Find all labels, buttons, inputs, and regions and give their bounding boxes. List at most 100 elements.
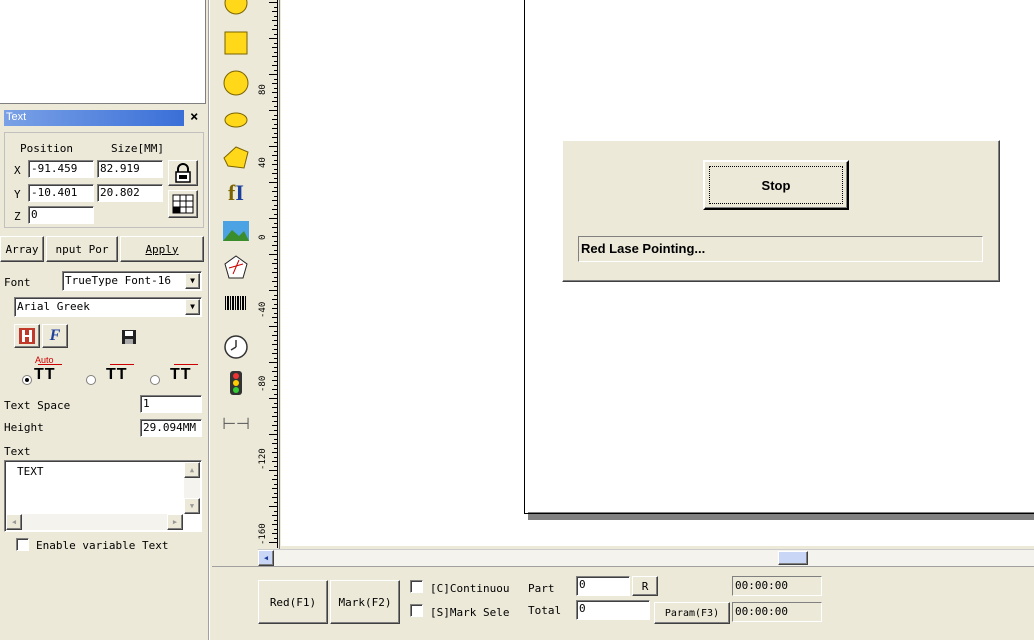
font-f-button[interactable]: F xyxy=(42,324,68,348)
circle-icon xyxy=(224,0,248,15)
ruler-tick xyxy=(274,123,277,125)
font-f-icon: F xyxy=(49,327,61,344)
ruler-tick xyxy=(274,492,277,494)
ruler-tick xyxy=(274,42,277,44)
ruler-tick xyxy=(272,479,277,480)
z-position-field[interactable]: 0 xyxy=(28,206,94,224)
ruler-tick xyxy=(274,69,277,71)
lock-ratio-button[interactable] xyxy=(168,160,198,186)
spacing-width-icon: TT xyxy=(170,366,192,383)
size-label: Size[MM] xyxy=(111,142,164,155)
scroll-down-icon[interactable]: ▼ xyxy=(184,498,200,514)
y-size-field[interactable]: 20.802 xyxy=(97,184,163,202)
ruler-tick xyxy=(272,245,277,246)
ruler-label-80: 80 xyxy=(258,84,268,95)
ruler-label-0: 0 xyxy=(258,234,268,240)
status-text: Red Lase Pointing... xyxy=(581,241,706,256)
tool-vector-file[interactable] xyxy=(218,250,254,284)
text-space-field[interactable]: 1 xyxy=(140,395,202,413)
ruler-tick xyxy=(269,146,277,147)
y-position-field[interactable]: -10.401 xyxy=(28,184,94,202)
ruler-tick xyxy=(274,33,277,35)
ruler-tick xyxy=(274,240,277,242)
stop-button[interactable]: Stop xyxy=(703,160,849,210)
tool-polygon[interactable] xyxy=(218,140,254,174)
tool-rectangle[interactable] xyxy=(218,26,254,60)
tool-bitmap[interactable] xyxy=(218,214,254,248)
font-style-button[interactable] xyxy=(14,324,40,348)
input-port-button[interactable]: nput Por xyxy=(46,236,118,262)
text-input[interactable]: TEXT ▲ ▼ ◀ ▶ xyxy=(4,460,202,532)
chevron-down-icon[interactable]: ▼ xyxy=(185,299,200,315)
ruler-tick xyxy=(274,357,277,359)
enable-variable-checkbox[interactable] xyxy=(16,538,29,551)
font-label: Font xyxy=(4,276,31,289)
tool-circle-top[interactable] xyxy=(218,0,254,20)
apply-button[interactable]: Apply xyxy=(120,236,204,262)
total-time: 00:00:00 xyxy=(732,602,822,622)
spacing-radio-fixed[interactable] xyxy=(86,375,96,385)
ellipse-icon xyxy=(224,112,248,128)
text-space-label: Text Space xyxy=(4,399,71,412)
continuous-checkbox[interactable] xyxy=(410,580,423,593)
ruler-tick xyxy=(269,470,277,471)
polygon-icon xyxy=(223,146,249,169)
tool-traffic-light[interactable] xyxy=(218,366,254,400)
scroll-right-icon[interactable]: ▶ xyxy=(167,514,183,530)
spacing-radio-width[interactable] xyxy=(150,375,160,385)
ruler-tick xyxy=(274,465,277,467)
height-field[interactable]: 29.094MM xyxy=(140,419,202,437)
ruler-tick xyxy=(274,105,277,107)
ruler-tick xyxy=(274,87,277,89)
mark-selected-checkbox[interactable] xyxy=(410,604,423,617)
ruler-tick xyxy=(274,339,277,341)
text-label: Text xyxy=(4,445,31,458)
ruler-tick xyxy=(274,276,277,278)
save-button[interactable] xyxy=(118,326,140,348)
scroll-thumb[interactable] xyxy=(778,551,808,565)
horizontal-scrollbar[interactable]: ◀ ▶ xyxy=(6,514,183,530)
red-button[interactable]: Red(F1) xyxy=(258,580,328,624)
x-position-field[interactable]: -91.459 xyxy=(28,160,94,178)
array-button[interactable]: Array xyxy=(0,236,44,262)
scroll-up-icon[interactable]: ▲ xyxy=(184,462,200,478)
ruler-tick xyxy=(272,524,277,525)
font-name-select[interactable]: Arial Greek ▼ xyxy=(14,297,202,317)
ruler-tick xyxy=(274,384,277,386)
ruler-tick xyxy=(274,249,277,251)
x-size-field[interactable]: 82.919 xyxy=(97,160,163,178)
scroll-left-icon[interactable]: ◀ xyxy=(6,514,22,530)
ruler-tick xyxy=(269,110,277,111)
ruler-tick xyxy=(272,353,277,354)
tool-barcode[interactable] xyxy=(218,288,254,322)
tool-circle[interactable] xyxy=(218,66,254,100)
tool-text[interactable]: fI xyxy=(218,176,254,210)
ruler-tick xyxy=(272,236,277,237)
tool-clock[interactable] xyxy=(218,330,254,364)
chevron-down-icon[interactable]: ▼ xyxy=(185,273,200,289)
ruler-tick xyxy=(274,258,277,260)
param-button[interactable]: Param(F3) xyxy=(654,602,730,624)
font-type-select[interactable]: TrueType Font-16 ▼ xyxy=(62,271,202,291)
spacing-marker xyxy=(110,364,134,365)
mark-button[interactable]: Mark(F2) xyxy=(330,580,400,624)
ruler-tick xyxy=(274,60,277,62)
base-point-button[interactable] xyxy=(168,190,198,218)
ruler-tick xyxy=(272,488,277,489)
spacing-radio-auto[interactable] xyxy=(22,375,32,385)
barcode-icon xyxy=(225,296,246,310)
reset-button[interactable]: R xyxy=(632,576,658,596)
vertical-scrollbar[interactable]: ▲ ▼ xyxy=(184,462,200,514)
ruler-tick xyxy=(272,371,277,372)
scroll-left-icon[interactable]: ◀ xyxy=(258,550,274,566)
part-field[interactable]: 0 xyxy=(576,576,630,596)
tool-extend-axis[interactable]: ⊢⊣ xyxy=(218,406,254,440)
height-label: Height xyxy=(4,421,44,434)
page-border xyxy=(524,0,525,514)
canvas-horizontal-scrollbar[interactable]: ◀ xyxy=(258,549,1034,566)
tool-ellipse[interactable] xyxy=(218,103,254,137)
ruler-tick xyxy=(274,510,277,512)
ruler-tick xyxy=(274,438,277,440)
total-field[interactable]: 0 xyxy=(576,600,650,620)
close-icon[interactable]: × xyxy=(190,109,198,125)
